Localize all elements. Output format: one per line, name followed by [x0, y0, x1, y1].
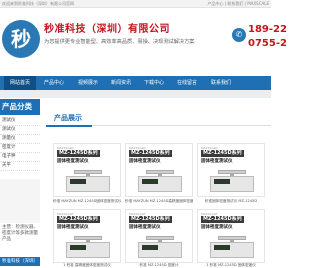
- balance-device-image: [66, 166, 110, 194]
- product-name: 固体密度测试仪: [57, 159, 89, 164]
- product-card[interactable]: MAXSCALE MZ-1245D系列 固体密度测试仪: [53, 143, 121, 197]
- nav-item-home[interactable]: 网站首页: [4, 76, 37, 90]
- welcome-text: 欢迎来到秒准科技（深圳）有限公司官网: [2, 1, 74, 6]
- product-name: 固体密度测试仪: [57, 225, 89, 230]
- product-caption[interactable]: 秒准 MAYZUN MZ-1245D固体密度测试仪: [53, 199, 121, 204]
- site-header: 秒 秒准科技（深圳）有限公司 为您提供更专业智能型、高效率高品质、易操、决现测试…: [0, 8, 287, 76]
- product-name: 固体密度测试仪: [129, 225, 161, 230]
- nav-item-contact[interactable]: 联系我们: [211, 76, 231, 90]
- hotline-mobile: 189-22: [248, 24, 287, 35]
- product-caption[interactable]: 秒准固体密度测试仪 MZ-1245D: [197, 199, 265, 204]
- product-caption[interactable]: 秒准 MAYZUN MZ-1245D高精度固体密度仪: [125, 199, 193, 204]
- product-name: 固体密度测试仪: [129, 159, 161, 164]
- company-logo[interactable]: 秒: [2, 20, 40, 58]
- section-title: 产品展示: [54, 114, 82, 122]
- balance-device-image: [210, 166, 254, 194]
- product-card[interactable]: MAXSCALE MZ-1245D系列 固体密度测试仪: [125, 143, 193, 197]
- product-model: MZ-1245D系列: [129, 216, 172, 223]
- product-name: 固体密度测试仪: [201, 225, 233, 230]
- company-name: 秒准科技（深圳）有限公司: [44, 24, 170, 35]
- hotline-landline: 0755-2: [248, 38, 287, 49]
- product-caption[interactable]: 1 秒准 高精度固体密度测试仪: [53, 263, 121, 268]
- balance-device-image: [66, 232, 110, 260]
- sidebar: 产品分类 测试仪 测试仪 测量仪 密度计 电子秤 天平 主营：检测仪器、密度计等…: [0, 99, 40, 268]
- top-bar: 欢迎来到秒准科技（深圳）有限公司官网 产品中心 | 联系我们 | MAXSCAL…: [0, 0, 271, 8]
- product-name: 固体密度测试仪: [201, 159, 233, 164]
- sidebar-footer[interactable]: 秒准科技（深圳）: [0, 257, 40, 266]
- product-model: MZ-1245D系列: [57, 150, 100, 157]
- phone-icon: ✆: [232, 28, 246, 42]
- product-card[interactable]: MAXSCALE MZ-1245D系列 固体密度测试仪: [197, 143, 265, 197]
- balance-device-image: [138, 166, 182, 194]
- nav-item-downloads[interactable]: 下载中心: [144, 76, 164, 90]
- product-card[interactable]: MAXSCALE MZ-1245D系列 固体密度测试仪: [125, 209, 193, 263]
- sidebar-title: 产品分类: [0, 99, 40, 115]
- product-card[interactable]: MAXSCALE MZ-1245D系列 固体密度测试仪: [197, 209, 265, 263]
- sidebar-item[interactable]: 电子秤: [0, 153, 40, 162]
- sidebar-item[interactable]: 测试仪: [0, 126, 40, 135]
- section-divider-accent: [46, 125, 92, 127]
- sidebar-item[interactable]: 测试仪: [0, 117, 40, 126]
- sidebar-item[interactable]: 测量仪: [0, 135, 40, 144]
- product-model: MZ-1245D系列: [201, 216, 244, 223]
- product-card[interactable]: MAXSCALE MZ-1245D系列 固体密度测试仪: [53, 209, 121, 263]
- main-nav: 网站首页 产品中心 视频展示 新闻资讯 下载中心 在线留言 联系我们: [0, 76, 271, 90]
- nav-item-products[interactable]: 产品中心: [44, 76, 64, 90]
- product-model: MZ-1245D系列: [129, 150, 172, 157]
- product-model: MZ-1245D系列: [201, 150, 244, 157]
- product-caption[interactable]: 秒准 MZ-1245D 密度计: [125, 263, 193, 268]
- top-links[interactable]: 产品中心 | 联系我们 | MAXSCALE: [207, 0, 269, 7]
- balance-device-image: [210, 232, 254, 260]
- banner-strip: [0, 90, 271, 98]
- sidebar-image: [0, 179, 40, 223]
- nav-item-news[interactable]: 新闻资讯: [111, 76, 131, 90]
- product-model: MZ-1245D系列: [57, 216, 100, 223]
- category-list: 测试仪 测试仪 测量仪 密度计 电子秤 天平: [0, 117, 40, 171]
- sidebar-item[interactable]: 天平: [0, 162, 40, 171]
- sidebar-contact-text: 主营：检测仪器、密度计等多款测量产品: [2, 225, 38, 242]
- company-slogan: 为您提供更专业智能型、高效率高品质、易操、决现测试解决方案: [44, 39, 195, 45]
- nav-item-message[interactable]: 在线留言: [177, 76, 197, 90]
- product-section: 产品展示 MAXSCALE MZ-1245D系列 固体密度测试仪 秒准 MAYZ…: [46, 99, 271, 268]
- balance-device-image: [138, 232, 182, 260]
- product-caption[interactable]: 1 秒准 MZ-1245D 固体密度仪: [197, 263, 265, 268]
- sidebar-item[interactable]: 密度计: [0, 144, 40, 153]
- nav-item-videos[interactable]: 视频展示: [78, 76, 98, 90]
